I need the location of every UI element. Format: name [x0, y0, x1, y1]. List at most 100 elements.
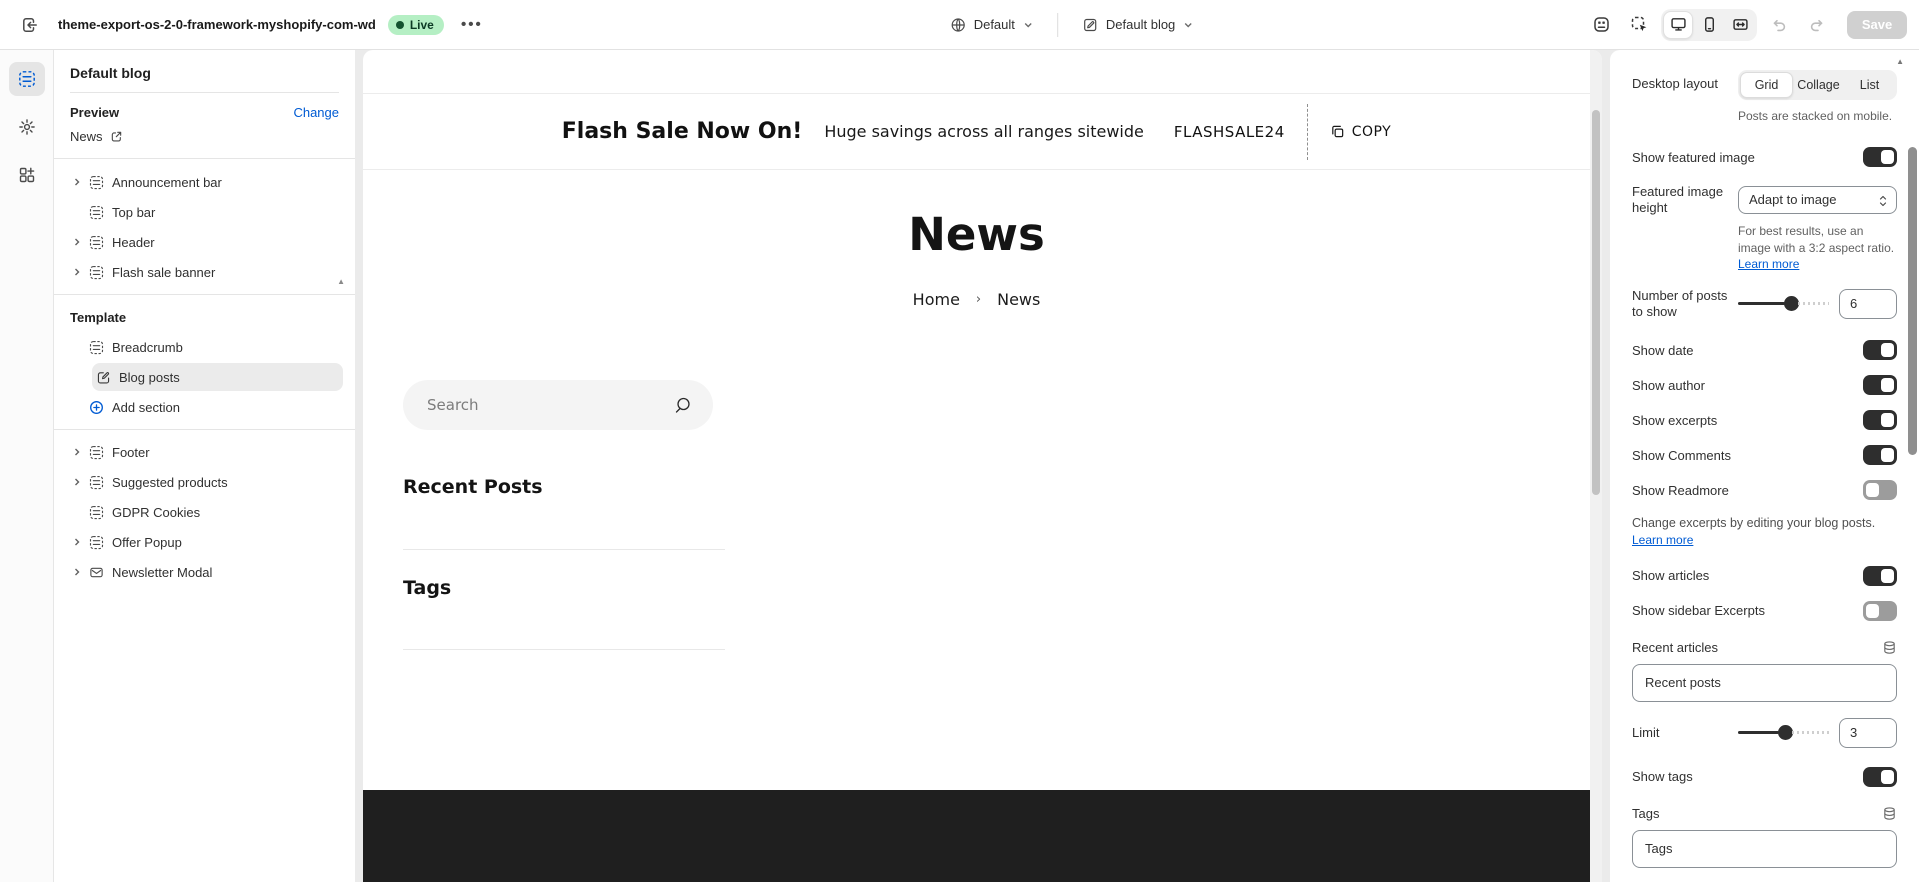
scroll-up-indicator-icon[interactable]: ▲: [1896, 57, 1904, 66]
show-featured-image-toggle[interactable]: [1863, 147, 1897, 167]
slider-handle[interactable]: [1784, 296, 1799, 311]
section-icon: [89, 265, 105, 280]
search-icon[interactable]: [673, 395, 693, 415]
select-updown-icon: [1877, 194, 1889, 208]
template-context-selector[interactable]: Default blog: [1074, 11, 1201, 39]
show-author-label: Show author: [1632, 378, 1705, 393]
tree-item-flash-sale-banner[interactable]: Flash sale banner: [66, 257, 343, 287]
external-link-icon: [110, 130, 123, 143]
desktop-icon: [1670, 16, 1687, 33]
desktop-view-button[interactable]: [1663, 11, 1693, 39]
dynamic-source-icon[interactable]: [1882, 806, 1897, 821]
template-group-header: Template: [66, 302, 343, 332]
copy-code-button[interactable]: COPY: [1307, 104, 1391, 160]
limit-slider[interactable]: [1738, 725, 1829, 740]
apps-rail-button[interactable]: [9, 158, 45, 192]
theme-settings-rail-button[interactable]: [9, 110, 45, 144]
layout-option-list[interactable]: List: [1844, 72, 1895, 98]
featured-image-learn-more-link[interactable]: Learn more: [1738, 257, 1799, 271]
excerpt-note: Change excerpts by editing your blog pos…: [1632, 515, 1897, 549]
chevron-right-icon[interactable]: [70, 177, 84, 187]
sections-rail-button[interactable]: [9, 62, 45, 96]
tree-item-suggested-products[interactable]: Suggested products: [66, 467, 343, 497]
show-author-toggle[interactable]: [1863, 375, 1897, 395]
panel-title: Default blog: [54, 50, 355, 92]
tags-label: Tags: [1632, 806, 1659, 821]
show-articles-toggle[interactable]: [1863, 566, 1897, 586]
tree-item-top-bar[interactable]: Top bar: [66, 197, 343, 227]
tree-item-header[interactable]: Header: [66, 227, 343, 257]
storefront-footer: [363, 790, 1590, 882]
preview-label: Preview: [70, 105, 119, 120]
inspect-section-button[interactable]: [1623, 9, 1655, 41]
show-excerpts-toggle[interactable]: [1863, 410, 1897, 430]
divider: [54, 294, 355, 295]
slider-handle[interactable]: [1778, 725, 1793, 740]
number-of-posts-input[interactable]: [1839, 289, 1897, 319]
apps-plus-icon: [18, 166, 36, 184]
show-sidebar-excerpts-toggle[interactable]: [1863, 601, 1897, 621]
desktop-layout-label: Desktop layout: [1632, 76, 1728, 92]
excerpt-learn-more-link[interactable]: Learn more: [1632, 533, 1693, 547]
blog-search-field[interactable]: [403, 380, 713, 430]
tree-item-gdpr-cookies[interactable]: GDPR Cookies: [66, 497, 343, 527]
chevron-right-icon[interactable]: [70, 447, 84, 457]
preview-scrollbar-thumb[interactable]: [1592, 110, 1600, 495]
exit-icon: [21, 16, 39, 34]
show-date-label: Show date: [1632, 343, 1693, 358]
tree-item-newsletter-modal[interactable]: Newsletter Modal: [66, 557, 343, 587]
chevron-right-icon[interactable]: [70, 267, 84, 277]
breadcrumb-home-link[interactable]: Home: [913, 290, 960, 309]
featured-image-height-select[interactable]: Adapt to image: [1738, 186, 1897, 214]
undo-icon: [1770, 16, 1788, 34]
show-comments-toggle[interactable]: [1863, 445, 1897, 465]
layout-option-collage[interactable]: Collage: [1793, 72, 1844, 98]
show-date-toggle[interactable]: [1863, 340, 1897, 360]
editor-topbar: theme-export-os-2-0-framework-myshopify-…: [0, 0, 1919, 50]
search-input[interactable]: [403, 380, 713, 430]
section-icon: [89, 535, 105, 550]
layout-option-grid[interactable]: Grid: [1740, 72, 1793, 98]
tree-item-blog-posts-selected[interactable]: Blog posts: [92, 363, 343, 391]
tree-item-announcement-bar[interactable]: Announcement bar: [66, 167, 343, 197]
show-tags-toggle[interactable]: [1863, 767, 1897, 787]
change-preview-link[interactable]: Change: [293, 105, 339, 120]
preview-scrollbar[interactable]: [1590, 50, 1602, 882]
chevron-right-icon[interactable]: [70, 237, 84, 247]
scroll-up-indicator-icon[interactable]: ▲: [337, 277, 345, 286]
more-actions-button[interactable]: •••: [456, 9, 488, 41]
device-preview-segmented: [1661, 9, 1757, 41]
fullwidth-view-button[interactable]: [1725, 11, 1755, 39]
settings-scrollbar-thumb[interactable]: [1908, 147, 1917, 455]
tags-input[interactable]: [1632, 830, 1897, 868]
section-icon: [89, 235, 105, 250]
show-sidebar-excerpts-label: Show sidebar Excerpts: [1632, 603, 1765, 618]
app-embeds-button[interactable]: [1585, 9, 1617, 41]
locale-selector[interactable]: Default: [942, 11, 1041, 39]
chevron-right-icon[interactable]: [70, 537, 84, 547]
chevron-right-icon[interactable]: [70, 567, 84, 577]
dynamic-source-icon[interactable]: [1882, 640, 1897, 655]
tree-item-footer[interactable]: Footer: [66, 437, 343, 467]
save-button[interactable]: Save: [1847, 11, 1907, 39]
number-of-posts-slider[interactable]: [1738, 296, 1829, 311]
layout-help-text: Posts are stacked on mobile.: [1738, 108, 1897, 124]
mobile-view-button[interactable]: [1694, 11, 1724, 39]
chevron-right-icon[interactable]: [70, 477, 84, 487]
show-readmore-toggle[interactable]: [1863, 480, 1897, 500]
flash-sale-code: FLASHSALE24: [1174, 123, 1285, 141]
undo-button[interactable]: [1763, 9, 1795, 41]
preview-page-link[interactable]: News: [70, 129, 339, 144]
chevron-down-icon: [1023, 20, 1033, 30]
limit-input[interactable]: [1839, 718, 1897, 748]
add-section-button[interactable]: Add section: [66, 392, 343, 422]
live-dot-icon: [396, 21, 404, 29]
blog-posts-icon: [96, 370, 112, 385]
recent-articles-input[interactable]: [1632, 664, 1897, 702]
tree-item-offer-popup[interactable]: Offer Popup: [66, 527, 343, 557]
tree-item-breadcrumb[interactable]: Breadcrumb: [66, 332, 343, 362]
redo-button[interactable]: [1801, 9, 1833, 41]
exit-editor-button[interactable]: [14, 9, 46, 41]
divider: [403, 649, 725, 650]
gear-icon: [18, 118, 36, 136]
